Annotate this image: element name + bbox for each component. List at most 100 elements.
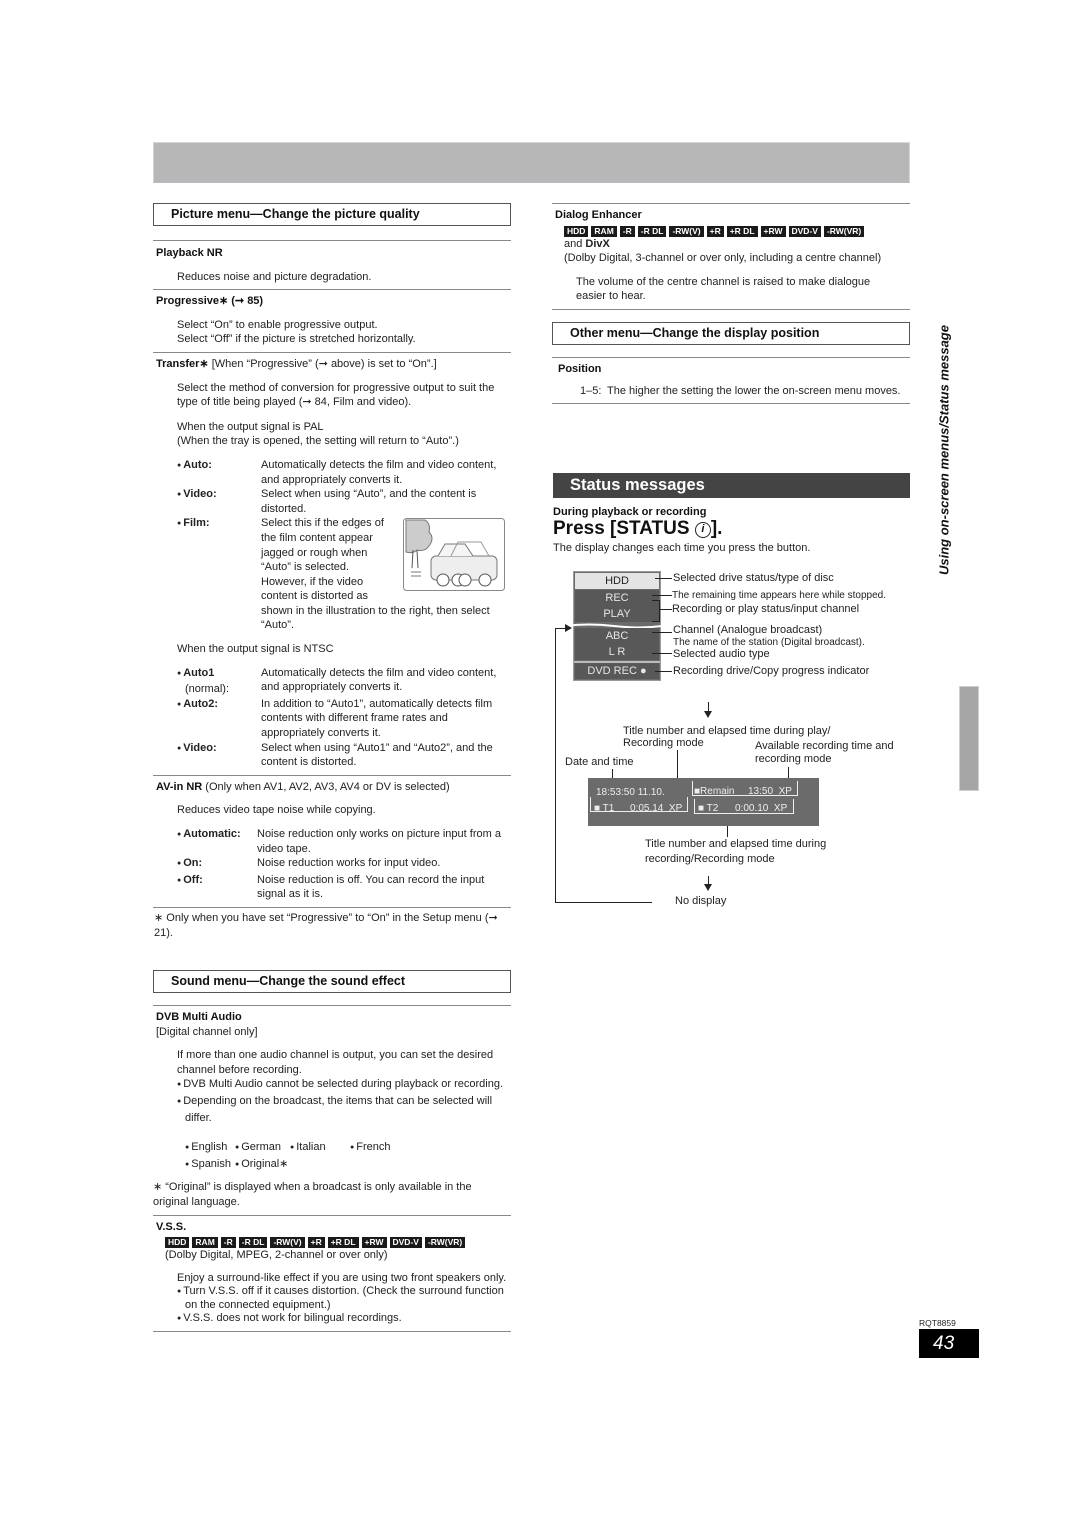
- dialog-enhancer-text: The volume of the centre channel is rais…: [576, 275, 871, 303]
- option-on: On: Noise reduction works for input vide…: [153, 856, 511, 873]
- bar-remain-value: 13:50 XP: [748, 786, 792, 797]
- label-no-display: No display: [675, 895, 727, 907]
- disc-badge: +R: [307, 1237, 325, 1249]
- label-title-rec: Title number and elapsed time during: [645, 838, 827, 850]
- disc-badge: +R: [706, 225, 724, 237]
- position-key: 1–5:: [580, 384, 602, 397]
- disc-badge: +R DL: [726, 225, 758, 237]
- option-key-note: (normal):: [185, 683, 230, 696]
- avin-title-row: AV-in NR (Only when AV1, AV2, AV3, AV4 o…: [153, 780, 511, 795]
- pal-line1: When the output signal is PAL: [177, 420, 324, 433]
- picture-menu-heading: Picture menu—Change the picture quality: [153, 203, 511, 226]
- osd-lr: L R: [575, 644, 659, 660]
- bar-t1: ■ T1: [594, 803, 615, 814]
- playback-nr-title: Playback NR: [156, 247, 223, 259]
- label-available: Available recording time and: [755, 740, 894, 752]
- arrow-right-icon: [565, 624, 572, 632]
- dvb-section: DVB Multi Audio [Digital channel only] I…: [153, 1006, 511, 1210]
- language-item: Italian: [290, 1140, 350, 1157]
- vss-section: V.S.S. HDD RAM -R -R DL -RW(V) +R +R DL +RW DVD-…: [153, 1216, 511, 1326]
- osd-play: PLAY: [575, 606, 659, 622]
- avin-options: Automatic: Noise reduction only works on…: [153, 827, 511, 902]
- bar-remain-label: ■Remain: [694, 786, 735, 797]
- avin-nr-text: Reduces video tape noise while copying.: [177, 804, 376, 817]
- osd-panel: HDD REC PLAY ABC L R DVD REC ●: [564, 571, 662, 681]
- divider: [552, 308, 910, 310]
- option-key: On:: [177, 856, 257, 873]
- press-status-instruction: Press [STATUS i].: [553, 518, 723, 539]
- disc-badge: -R: [619, 225, 635, 237]
- status-description: The display changes each time you press …: [553, 542, 811, 554]
- avin-nr-title: AV-in NR: [156, 780, 203, 793]
- vss-bullet: Turn V.S.S. off if it causes distortion.…: [153, 1285, 511, 1312]
- film-text: Select this if the edges of the film con…: [261, 517, 384, 603]
- progressive-footnote: ∗ Only when you have set “Progressive” t…: [154, 911, 498, 939]
- option-video-ntsc: Video: Select when using “Auto1” and “Au…: [153, 741, 511, 770]
- divx-label: DivX: [585, 237, 610, 250]
- disc-badge: -RW(V): [270, 1237, 305, 1249]
- option-text: Noise reduction works for input video.: [257, 857, 441, 870]
- dialog-enhancer-section: Dialog Enhancer HDD RAM -R -R DL -RW(V) +R +R …: [552, 204, 910, 304]
- disc-badges: HDD RAM -R -R DL -RW(V) +R +R DL +RW DVD-V -RW(VR…: [552, 225, 910, 237]
- language-row-1: English German Italian French: [153, 1140, 511, 1157]
- osd-abc: ABC: [575, 628, 659, 644]
- option-key: Auto:: [177, 458, 261, 487]
- bar-t2-time: 0:00.10 XP: [735, 803, 788, 814]
- playback-nr-section: Playback NR Reduces noise and picture de…: [153, 241, 511, 284]
- progressive-section: Progressive∗ (➞ 85) Select “On” to enabl…: [153, 290, 511, 347]
- option-text: In addition to “Auto1”, automatically de…: [261, 697, 493, 740]
- film-distortion-illustration: [403, 518, 505, 591]
- option-text: Automatically detects the film and video…: [261, 458, 497, 486]
- avin-nr-note: (Only when AV1, AV2, AV3, AV4 or DV is s…: [202, 780, 450, 793]
- label-available-2: recording mode: [755, 753, 832, 765]
- osd-hdd: HDD: [575, 573, 659, 589]
- osd-rec: REC: [575, 590, 659, 606]
- label-progress: Recording drive/Copy progress indicator: [673, 665, 870, 677]
- dialog-enhancer-note: (Dolby Digital, 3-channel or over only, …: [564, 252, 882, 265]
- arrow-down-icon: [704, 711, 712, 718]
- disc-badge: RAM: [192, 1237, 218, 1249]
- disc-badge: -RW(VR): [424, 1237, 466, 1249]
- vss-text: Enjoy a surround-like effect if you are …: [177, 1271, 507, 1284]
- divx-line: and DivX: [564, 237, 610, 250]
- option-key: Auto2:: [177, 697, 261, 741]
- option-key: Auto1: [177, 667, 214, 679]
- page-number: 43: [919, 1329, 979, 1358]
- label-title-rec-2: recording/Recording mode: [645, 853, 775, 865]
- dvb-note: [Digital channel only]: [156, 1025, 258, 1038]
- option-text: Noise reduction only works on picture in…: [257, 828, 501, 855]
- disc-badges: HDD RAM -R -R DL -RW(V) +R +R DL +RW DVD-V -RW(VR…: [153, 1237, 511, 1249]
- position-title: Position: [558, 362, 602, 375]
- label-remaining: The remaining time appears here while st…: [672, 590, 887, 601]
- option-key: Video:: [177, 487, 261, 516]
- header-band: [153, 142, 910, 183]
- label-rec-play: Recording or play status/input channel: [672, 603, 860, 615]
- transfer-title: Transfer∗: [156, 357, 209, 370]
- label-date-time: Date and time: [565, 756, 634, 768]
- progressive-line2: Select “Off” if the picture is stretched…: [177, 333, 416, 346]
- disc-badge: HDD: [564, 225, 589, 237]
- transfer-title-note: [When “Progressive” (➞ above) is set to …: [208, 357, 437, 370]
- label-rec-mode: Recording mode: [623, 737, 704, 749]
- cycle-line: [555, 628, 556, 903]
- ntsc-options: Auto1 (normal): Automatically detects the…: [153, 666, 511, 770]
- ntsc-line: When the output signal is NTSC: [177, 643, 334, 656]
- dvb-title: DVB Multi Audio: [156, 1011, 242, 1023]
- divider: [552, 403, 910, 405]
- dvb-bullet: DVB Multi Audio cannot be selected durin…: [153, 1077, 511, 1094]
- progressive-title: Progressive∗ (➞ 85): [156, 295, 264, 308]
- label-audio: Selected audio type: [673, 648, 770, 660]
- option-key: Off:: [177, 873, 257, 902]
- dialog-enhancer-title: Dialog Enhancer: [555, 209, 642, 221]
- option-text: Select when using “Auto”, and the conten…: [261, 488, 477, 515]
- film-text-cont: shown in the illustration to the right, …: [261, 604, 490, 632]
- disc-badge: RAM: [591, 225, 617, 237]
- vss-note: (Dolby Digital, MPEG, 2-channel or over …: [165, 1249, 388, 1262]
- transfer-intro: Select the method of conversion for prog…: [177, 381, 495, 409]
- vss-bullet: V.S.S. does not work for bilingual recor…: [153, 1312, 511, 1326]
- side-tab: [959, 686, 979, 791]
- dvb-text: If more than one audio channel is output…: [177, 1049, 494, 1076]
- disc-badge: +R DL: [327, 1237, 359, 1249]
- divider: [153, 1330, 511, 1332]
- option-auto2: Auto2: In addition to “Auto1”, automatic…: [153, 697, 511, 741]
